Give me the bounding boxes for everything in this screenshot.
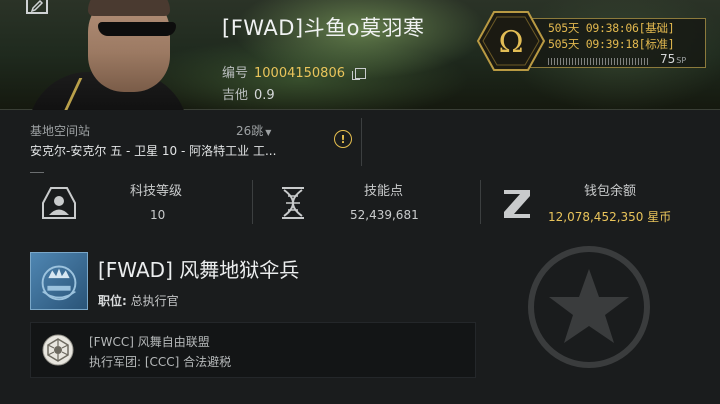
divider xyxy=(480,180,481,224)
sp-rate: 75SP xyxy=(660,52,686,66)
portrait-hair xyxy=(88,0,170,16)
corp-logo[interactable] xyxy=(30,252,88,310)
warning-icon[interactable]: ! xyxy=(334,130,352,148)
character-id-label: 编号 xyxy=(222,66,249,81)
chevron-down-icon: ▼ xyxy=(265,128,272,137)
alliance-logo xyxy=(42,334,74,366)
faction-warfare: 执行军团: [CCC] 合法避税 xyxy=(89,355,232,369)
character-banner: [FWAD]斗鱼o莫羽寒 编号 10004150806 吉他 0.9 Ω 505天 … xyxy=(0,0,720,110)
character-portrait[interactable] xyxy=(10,0,185,110)
omega-icon[interactable]: Ω xyxy=(476,10,546,72)
skill-queue-widget[interactable]: Ω 505天 09:38:06[基础] 505天 09:39:18[标准] 75… xyxy=(470,10,710,72)
role-label: 职位: xyxy=(98,294,127,308)
edit-icon[interactable] xyxy=(26,0,48,14)
alliance-panel[interactable]: [FWCC] 风舞自由联盟 执行军团: [CCC] 合法避税 xyxy=(30,322,476,378)
skill-points-value: 52,439,681 xyxy=(350,208,419,222)
sp-rate-value: 75 xyxy=(660,52,676,66)
skill-points-title: 技能点 xyxy=(364,184,404,199)
skill-points-icon xyxy=(282,187,304,219)
divider xyxy=(252,180,253,224)
stat-skill-points: 技能点 52,439,681 xyxy=(274,176,474,228)
wallet-value: 12,078,452,350 星币 xyxy=(548,210,672,224)
copy-icon[interactable] xyxy=(352,68,366,80)
stat-wallet[interactable]: 钱包余额 12,078,452,350 星币 xyxy=(498,176,713,228)
security-value: 0.9 xyxy=(254,88,275,103)
star-emblem-icon xyxy=(528,246,650,368)
home-station-name[interactable]: 安克尔-安克尔 五 - 卫星 10 - 阿洛特工业 工... xyxy=(30,142,276,159)
queue-alpha-time: 505天 09:38:06[基础] xyxy=(548,21,675,35)
queue-progress-bar xyxy=(548,58,648,65)
security-label: 吉他 xyxy=(222,88,249,103)
role-value: 总执行官 xyxy=(130,294,179,308)
tech-level-icon xyxy=(42,187,76,219)
wallet-title: 钱包余额 xyxy=(584,184,637,199)
sp-rate-unit: SP xyxy=(676,56,687,65)
queue-omega-time: 505天 09:39:18[标准] xyxy=(548,37,675,51)
alliance-name[interactable]: [FWCC] 风舞自由联盟 xyxy=(89,333,210,350)
home-station-label: 基地空间站 xyxy=(30,124,91,138)
portrait-glasses xyxy=(98,22,176,36)
tech-level-value: 10 xyxy=(150,208,166,222)
corporation-role: 职位: 总执行官 xyxy=(98,292,179,309)
corporation-name[interactable]: [FWAD] 风舞地狱伞兵 xyxy=(98,254,299,283)
tech-level-title: 科技等级 xyxy=(130,184,183,199)
home-station[interactable]: 基地空间站 26跳 ▼ 安克尔-安克尔 五 - 卫星 10 - 阿洛特工业 工..… xyxy=(22,118,362,166)
stat-tech-level: 科技等级 10 xyxy=(40,176,240,228)
divider xyxy=(30,172,44,173)
character-id-row: 编号 10004150806 xyxy=(222,62,366,81)
character-id-value: 10004150806 xyxy=(254,66,345,81)
security-status-row: 吉他 0.9 xyxy=(222,84,275,103)
jumps-count: 26跳 ▼ xyxy=(236,122,271,139)
svg-text:Ω: Ω xyxy=(499,25,524,60)
character-name: [FWAD]斗鱼o莫羽寒 xyxy=(222,16,425,40)
jumps-value: 26跳 xyxy=(236,124,264,138)
wallet-icon xyxy=(504,190,530,218)
